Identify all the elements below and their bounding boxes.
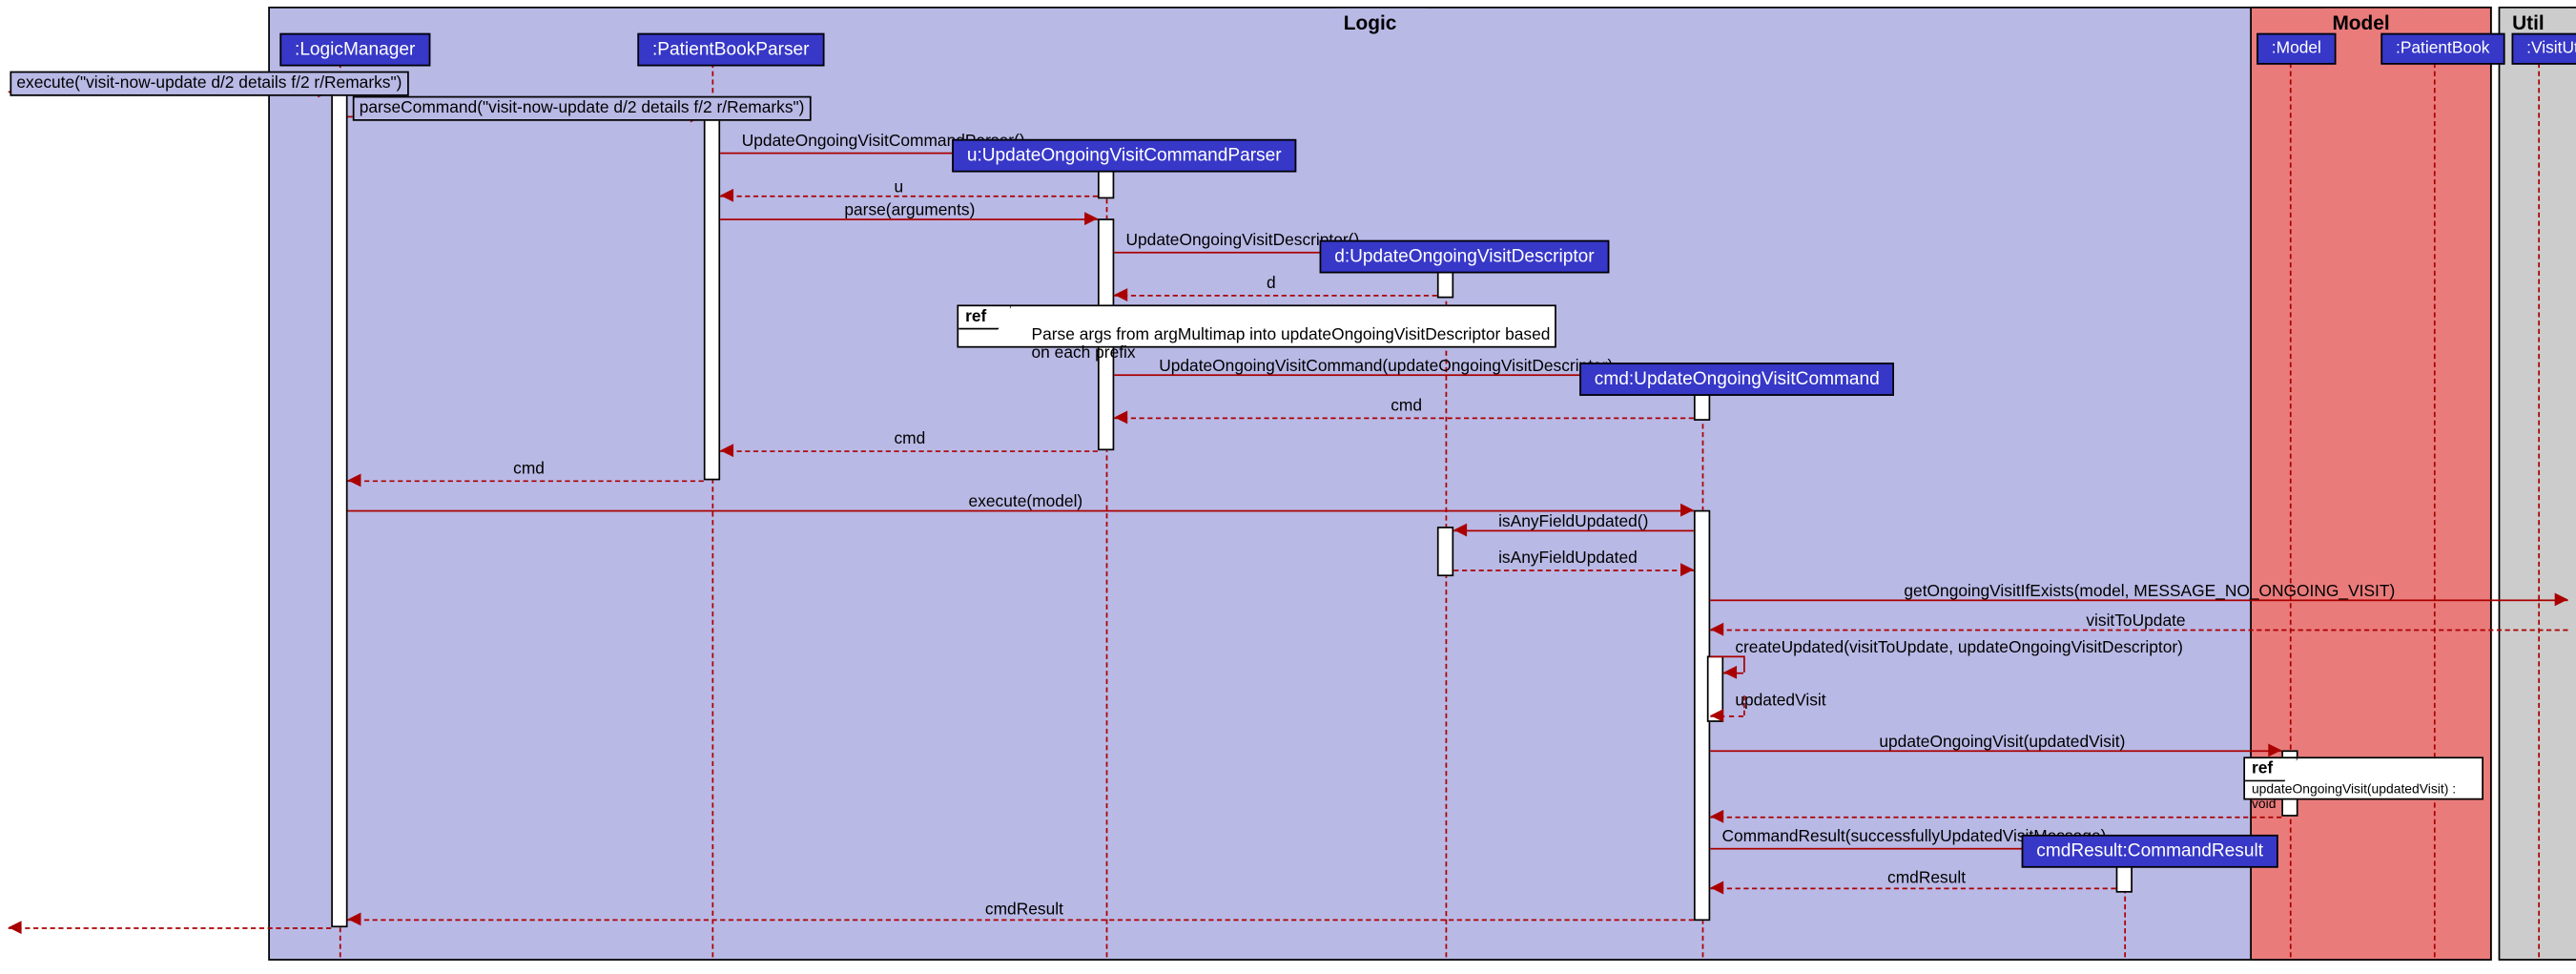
msg-return-cmd-result: cmdResult	[1887, 869, 1966, 887]
arrowhead-parse-args	[1084, 212, 1098, 225]
arrow-return-cmd-1	[1114, 417, 1694, 419]
msg-return-u: u	[894, 178, 903, 197]
msg-create-updated: createUpdated(visitToUpdate, updateOngoi…	[1735, 639, 2183, 657]
participant-logic-manager: :LogicManager	[279, 33, 430, 67]
arrowhead-get-ongoing	[2555, 592, 2568, 606]
participant-u-parser: u:UpdateOngoingVisitCommandParser	[952, 139, 1296, 173]
participant-d-descriptor: d:UpdateOngoingVisitDescriptor	[1320, 240, 1610, 274]
msg-return-updated-visit: updatedVisit	[1735, 693, 1825, 711]
lifeline-visit-util	[2538, 63, 2540, 957]
lifeline-model	[2290, 63, 2292, 957]
arrowhead-return-model	[1710, 810, 1723, 823]
arrow-return-cmd-3	[348, 480, 704, 482]
arrow-return-cmd-result-2	[348, 919, 1694, 921]
model-frame: Model	[2250, 7, 2491, 961]
arrow-return-model	[1710, 817, 2281, 819]
msg-return-is-any: isAnyFieldUpdated	[1498, 549, 1638, 568]
participant-cmd: cmd:UpdateOngoingVisitCommand	[1579, 363, 1894, 396]
logic-frame-title: Logic	[1333, 9, 1426, 38]
participant-patient-book-parser: :PatientBookParser	[637, 33, 824, 67]
arrowhead-final-return	[9, 921, 22, 934]
arrowhead-return-cmd-2	[720, 444, 733, 457]
arrow-final-return	[9, 927, 332, 929]
arrowhead-return-u	[720, 189, 733, 202]
activation-patient-book-parser	[704, 116, 720, 481]
ref-parse-args: ref Parse args from argMultimap into upd…	[957, 304, 1556, 347]
arrowhead-create-updated	[1723, 666, 1737, 679]
arrow-return-cmd-2	[720, 450, 1098, 452]
ref-update-ongoing: ref updateOngoingVisit(updatedVisit) : v…	[2243, 756, 2483, 799]
ref-label-1: ref	[958, 306, 1011, 329]
arrow-return-u	[720, 196, 1098, 197]
participant-cmd-result: cmdResult:CommandResult	[2022, 835, 2278, 868]
arrowhead-return-cmd-3	[348, 473, 361, 487]
arrowhead-return-is-any	[1680, 563, 1694, 576]
arrow-return-d	[1114, 295, 1437, 297]
msg-execute-model: execute(model)	[969, 493, 1083, 511]
arrowhead-update-ongoing	[2268, 743, 2281, 756]
ref-text-2: updateOngoingVisit(updatedVisit) : void	[2252, 781, 2482, 811]
ref-label-2: ref	[2245, 758, 2298, 781]
msg-is-any-field: isAnyFieldUpdated()	[1498, 513, 1648, 531]
msg-return-cmd-result-2: cmdResult	[985, 901, 1063, 919]
msg-return-d: d	[1267, 275, 1276, 293]
arrow-return-is-any	[1453, 570, 1694, 571]
arrowhead-return-cmd-result-1	[1710, 881, 1723, 895]
arrowhead-return-updated-visit	[1710, 709, 1723, 722]
msg-get-ongoing: getOngoingVisitIfExists(model, MESSAGE_N…	[1904, 583, 2395, 601]
arrowhead-return-visit-to-update	[1710, 623, 1723, 636]
arrow-return-cmd-result-1	[1710, 887, 2115, 889]
msg-parse-command: parseCommand("visit-now-update d/2 detai…	[353, 96, 812, 121]
arrowhead-execute-model	[1680, 504, 1694, 517]
msg-return-visit-to-update: visitToUpdate	[2086, 612, 2185, 631]
msg-update-ongoing: updateOngoingVisit(updatedVisit)	[1879, 734, 2125, 752]
participant-patient-book: :PatientBook	[2380, 33, 2504, 65]
msg-return-cmd-1: cmd	[1391, 398, 1422, 416]
msg-return-cmd-3: cmd	[513, 461, 545, 479]
lifeline-patient-book	[2434, 63, 2436, 957]
msg-execute: execute("visit-now-update d/2 details f/…	[10, 72, 408, 96]
participant-visit-util: :VisitUtil	[2512, 33, 2576, 65]
msg-return-cmd-2: cmd	[894, 430, 925, 448]
msg-parse-args: parse(arguments)	[844, 202, 975, 220]
arrowhead-return-cmd-result-2	[348, 913, 361, 926]
activation-d-descriptor-2	[1437, 527, 1453, 576]
arrowhead-return-cmd-1	[1114, 411, 1127, 425]
arrowhead-return-d	[1114, 288, 1127, 301]
arrowhead-is-any-field	[1453, 524, 1467, 537]
activation-logic-manager	[331, 91, 347, 927]
ref-text-1: Parse args from argMultimap into updateO…	[1032, 326, 1556, 363]
participant-model: :Model	[2257, 33, 2336, 65]
